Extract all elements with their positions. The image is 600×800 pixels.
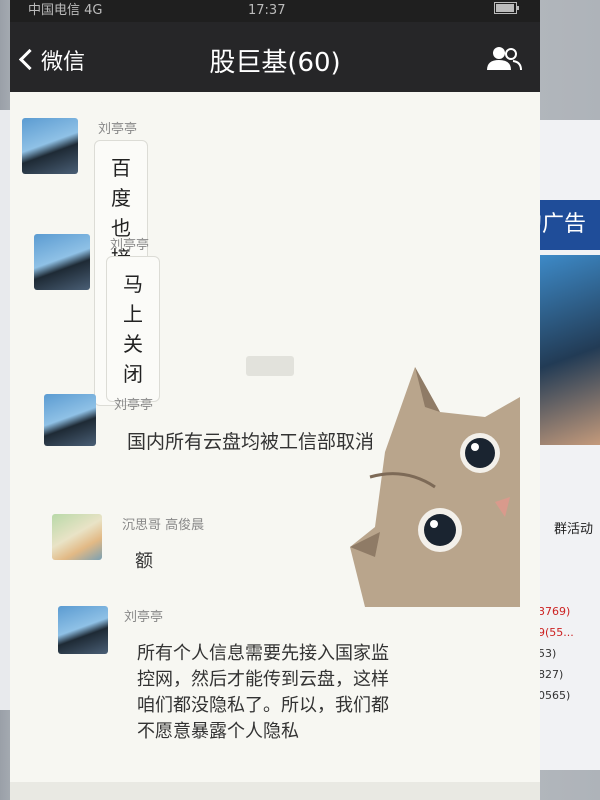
message-bubble[interactable]: 额	[118, 536, 170, 588]
desktop-icon-group-activity[interactable]: 群活动	[554, 518, 593, 537]
avatar[interactable]	[58, 606, 108, 654]
chat-title: 股巨基(60)	[209, 48, 341, 78]
message-bubble[interactable]: 所有个人信息需要先接入国家监控网，然后才能传到云盘，这样咱们都没隐私了。所以，我…	[120, 628, 416, 758]
chat-header: 微信 股巨基(60)	[10, 22, 540, 92]
avatar[interactable]	[34, 234, 90, 290]
message-list[interactable]: 刘亭亭 百度也接到信息了 刘亭亭 马上关闭 刘亭亭 国内所有云盘均被工信部取消	[10, 92, 540, 800]
phone-screen: 中国电信 4G 17:37 微信 股巨基(60) 刘亭亭 百度也接到信息了 刘亭…	[10, 0, 540, 800]
avatar[interactable]	[44, 394, 96, 446]
clock: 17:37	[248, 3, 286, 18]
avatar[interactable]	[22, 118, 78, 174]
input-bar[interactable]	[10, 782, 540, 800]
avatar[interactable]	[52, 514, 102, 560]
sender-name: 刘亭亭	[114, 398, 154, 413]
message-bubble[interactable]: 国内所有云盘均被工信部取消	[110, 416, 414, 468]
carrier-label: 中国电信 4G	[28, 3, 103, 18]
group-people-icon	[487, 47, 522, 71]
timestamp-badge	[246, 356, 294, 376]
sender-name: 刘亭亭	[124, 610, 164, 625]
group-members-button[interactable]	[486, 46, 522, 71]
sender-name: 沉思哥 高俊晨	[122, 518, 205, 533]
cat-sticker	[345, 357, 520, 607]
sender-name: 刘亭亭	[98, 122, 138, 137]
message-bubble[interactable]: 马上关闭	[106, 256, 160, 402]
sender-name: 刘亭亭	[110, 238, 150, 253]
battery-icon	[494, 0, 520, 22]
status-bar: 中国电信 4G 17:37	[10, 0, 540, 22]
